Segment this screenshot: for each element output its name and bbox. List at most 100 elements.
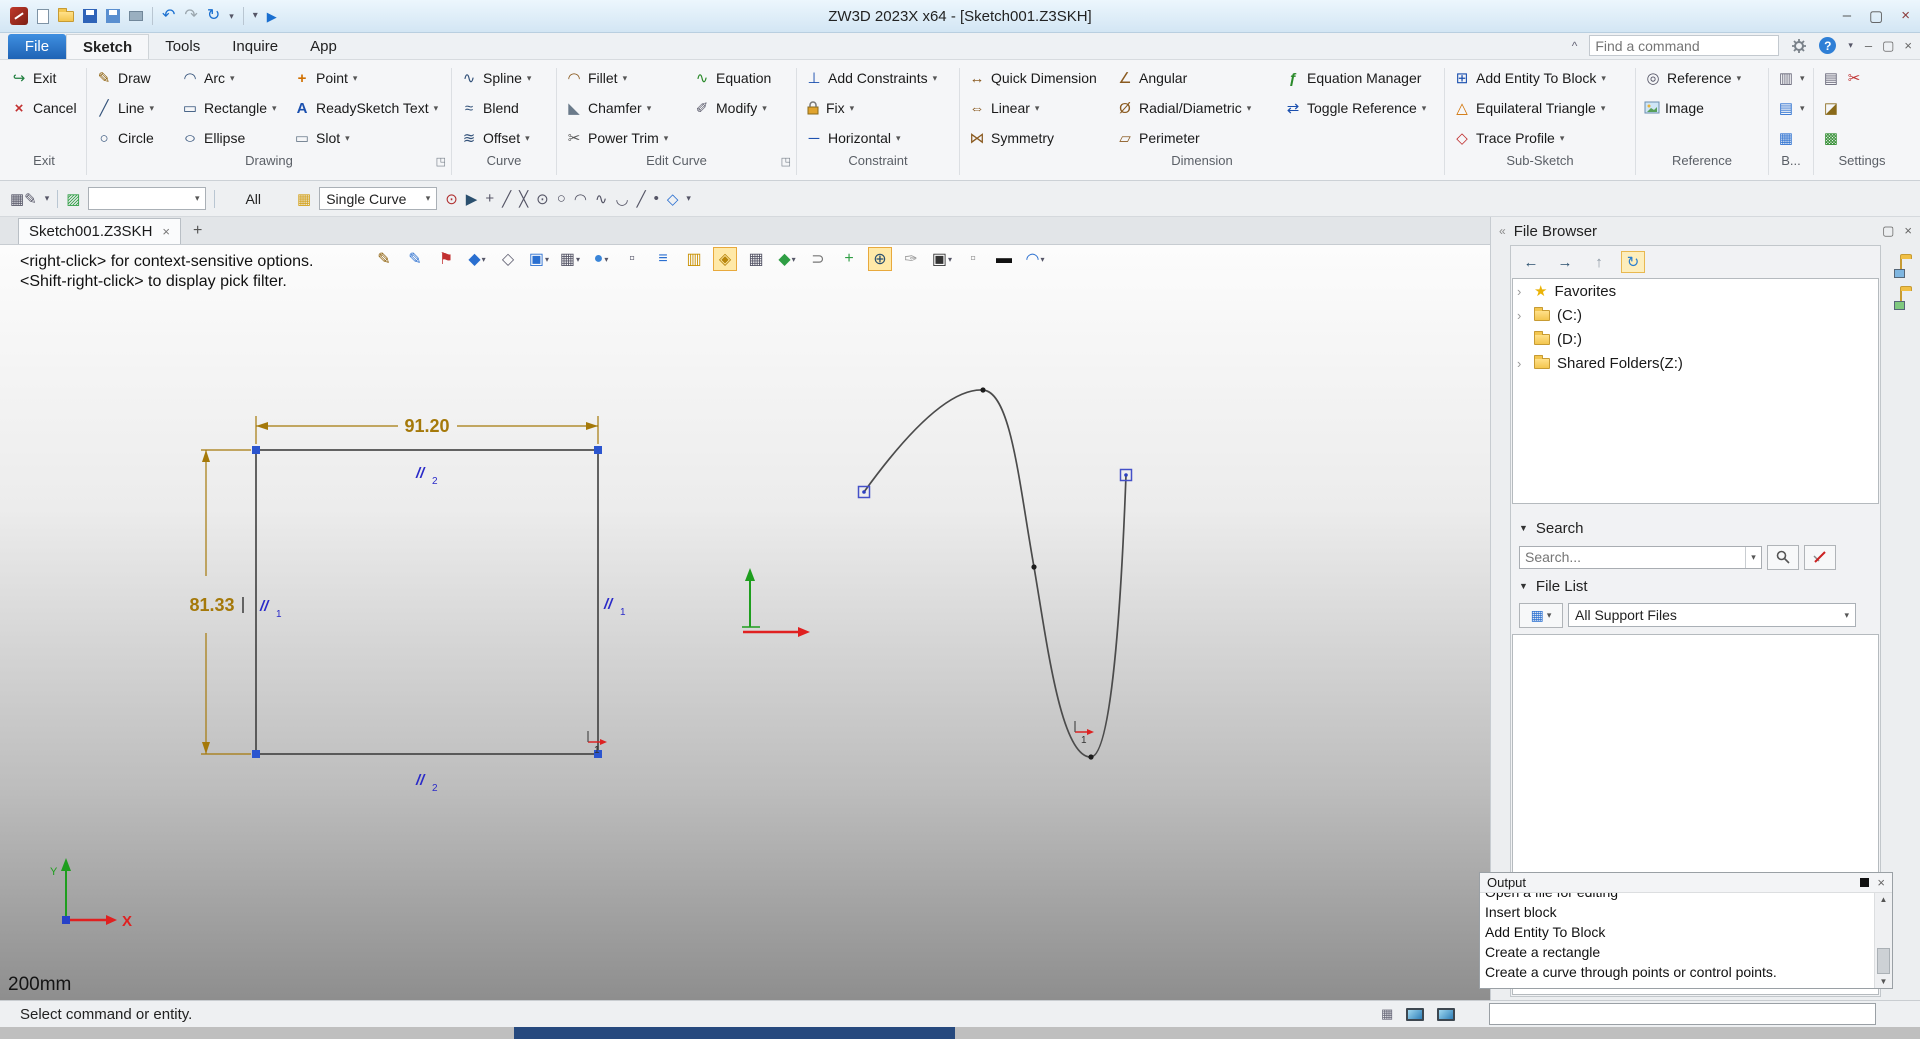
expand-icon[interactable]: › <box>1517 356 1527 371</box>
play-circle-icon[interactable]: ▶ <box>466 190 478 208</box>
parallel-constraint[interactable]: // <box>415 465 426 482</box>
ellipse-button[interactable]: ○ Ellipse <box>175 123 287 153</box>
corner-handle[interactable] <box>594 446 602 454</box>
power-trim-button[interactable]: ✂ Power Trim ▾ <box>559 123 687 153</box>
profile-dropdown-icon[interactable]: ◇ <box>667 190 679 208</box>
curve-type-combo[interactable]: Single Curve ▾ <box>319 187 438 210</box>
expand-icon[interactable]: › <box>1517 284 1527 299</box>
dot-icon[interactable]: • <box>654 190 659 207</box>
customize-dropdown-icon[interactable]: ▾ <box>253 11 258 21</box>
b-group-button-2[interactable]: ▤ ▾ <box>1771 93 1811 123</box>
readysketch-text-button[interactable]: A ReadySketch Text ▾ <box>287 93 449 123</box>
start-icon[interactable]: ▶ <box>267 10 277 23</box>
dropdown-arrow-icon[interactable]: ▾ <box>1035 103 1040 114</box>
tab-close-icon[interactable]: × <box>162 224 170 239</box>
dropdown-arrow-icon[interactable]: ▾ <box>527 73 532 84</box>
taskbar-window-button[interactable] <box>514 1027 955 1039</box>
equation-button[interactable]: ∿ Equation <box>687 63 787 93</box>
tab-app[interactable]: App <box>294 34 353 59</box>
tab-sketch[interactable]: Sketch <box>66 34 150 59</box>
linear-button[interactable]: ⇔ Linear ▾ <box>962 93 1110 123</box>
scrollbar-thumb[interactable] <box>1877 948 1890 974</box>
center-circle-icon[interactable]: ⊙ <box>536 190 549 208</box>
new-tab-button[interactable]: + <box>193 218 202 244</box>
radial-diametric-button[interactable]: Ø Radial/Diametric ▾ <box>1110 93 1278 123</box>
search-section-header[interactable]: ▼ Search <box>1511 516 1880 540</box>
exit-button[interactable]: ↪ Exit <box>4 63 83 93</box>
regen-dropdown-icon[interactable]: ▾ <box>229 11 234 21</box>
output-log[interactable]: Open a file for editing Insert block Add… <box>1480 893 1874 988</box>
parallel-constraint[interactable]: // <box>415 772 426 789</box>
line-button[interactable]: ╱ Line ▾ <box>89 93 175 123</box>
palette-icon[interactable]: ▦ <box>297 190 311 208</box>
document-tab[interactable]: Sketch001.Z3SKH × <box>18 218 181 244</box>
folder-browser-icon[interactable] <box>1893 258 1905 278</box>
trace-profile-button[interactable]: ◇ Trace Profile ▾ <box>1447 123 1612 153</box>
dialog-launcher-icon[interactable]: ◳ <box>781 155 791 168</box>
dropdown-arrow-icon[interactable]: ▾ <box>686 193 691 204</box>
parallel-constraint[interactable]: // <box>603 596 614 613</box>
toggle-reference-button[interactable]: ⇄ Toggle Reference ▾ <box>1278 93 1438 123</box>
panel-restore-icon[interactable]: ▢ <box>1882 223 1894 239</box>
dropdown-arrow-icon[interactable]: ▾ <box>272 103 277 114</box>
dropdown-arrow-icon[interactable]: ▾ <box>762 103 767 114</box>
arc-icon[interactable]: ◠ <box>574 190 587 208</box>
spline-point[interactable] <box>1031 564 1037 570</box>
chamfer-button[interactable]: ◣ Chamfer ▾ <box>559 93 687 123</box>
scroll-down-icon[interactable]: ▼ <box>1880 977 1888 986</box>
sketch-geometry[interactable]: 91.20 81.33 // 2 // 1 // 1 // 2 1 1 Y X … <box>0 245 1490 1000</box>
reuse-library-icon[interactable] <box>1893 290 1905 310</box>
dropdown-arrow-icon[interactable]: ▾ <box>230 73 235 84</box>
dropdown-arrow-icon[interactable]: ▾ <box>647 103 652 114</box>
doc-minimize-button[interactable]: – <box>1865 38 1872 54</box>
quick-dimension-button[interactable]: ↔ Quick Dimension <box>962 63 1110 93</box>
dropdown-arrow-icon[interactable]: ▾ <box>1560 133 1565 144</box>
dropdown-arrow-icon[interactable]: ▾ <box>1601 73 1606 84</box>
find-command-input[interactable] <box>1595 37 1777 54</box>
cross-line-icon[interactable]: ╳ <box>519 190 528 208</box>
collapse-ribbon-icon[interactable]: ^ <box>1572 39 1578 53</box>
undo-icon[interactable]: ↶ <box>162 8 175 24</box>
tab-tools[interactable]: Tools <box>149 34 216 59</box>
tab-file[interactable]: File <box>8 34 66 59</box>
tree-item-d-drive[interactable]: (D:) <box>1513 327 1878 351</box>
dropdown-arrow-icon[interactable]: ▾ <box>896 133 901 144</box>
output-close-icon[interactable]: × <box>1877 875 1885 890</box>
save-all-icon[interactable] <box>106 9 120 23</box>
dropdown-arrow-icon[interactable]: ▾ <box>1247 103 1252 114</box>
blend-button[interactable]: ≈ Blend <box>454 93 537 123</box>
offset-button[interactable]: ≋ Offset ▾ <box>454 123 537 153</box>
parallel-constraint[interactable]: // <box>259 598 270 615</box>
slot-button[interactable]: ▭ Slot ▾ <box>287 123 449 153</box>
tree-item-c-drive[interactable]: › (C:) <box>1513 303 1878 327</box>
refresh-button[interactable]: ↻ <box>1621 251 1645 273</box>
search-input[interactable] <box>1520 549 1745 565</box>
file-list-section-header[interactable]: ▼ File List <box>1511 574 1880 598</box>
tree-item-favorites[interactable]: › ★ Favorites <box>1513 279 1878 303</box>
equilateral-triangle-button[interactable]: △ Equilateral Triangle ▾ <box>1447 93 1612 123</box>
expand-icon[interactable]: › <box>1517 308 1527 323</box>
settings-button-1[interactable]: ▤ ✂ <box>1816 63 1869 93</box>
slash-icon[interactable]: ╱ <box>637 190 646 208</box>
help-icon[interactable]: ? <box>1819 37 1837 54</box>
find-command-box[interactable] <box>1589 35 1780 56</box>
b-group-button-3[interactable]: ▦ <box>1771 123 1811 153</box>
print-icon[interactable] <box>129 11 143 21</box>
width-dimension[interactable]: 91.20 <box>404 416 449 436</box>
angular-button[interactable]: ∠ Angular <box>1110 63 1278 93</box>
draw-button[interactable]: ✎ Draw <box>89 63 175 93</box>
dropdown-arrow-icon[interactable]: ▾ <box>664 133 669 144</box>
modify-button[interactable]: ✐ Modify ▾ <box>687 93 787 123</box>
dropdown-arrow-icon[interactable]: ▾ <box>1601 103 1606 114</box>
equation-manager-button[interactable]: ƒ Equation Manager <box>1278 63 1438 93</box>
dropdown-arrow-icon[interactable]: ▾ <box>1800 73 1805 84</box>
layer-combo[interactable]: ▾ <box>88 187 207 210</box>
spline-button[interactable]: ∿ Spline ▾ <box>454 63 537 93</box>
circle-icon[interactable]: ○ <box>557 190 566 207</box>
sketch-spline[interactable] <box>863 389 1127 758</box>
image-button[interactable]: Image <box>1638 93 1747 123</box>
tree-item-shared-folders[interactable]: › Shared Folders(Z:) <box>1513 351 1878 375</box>
dropdown-arrow-icon[interactable]: ▾ <box>45 193 50 204</box>
dropdown-arrow-icon[interactable]: ▾ <box>1800 103 1805 114</box>
new-file-icon[interactable] <box>37 8 49 24</box>
